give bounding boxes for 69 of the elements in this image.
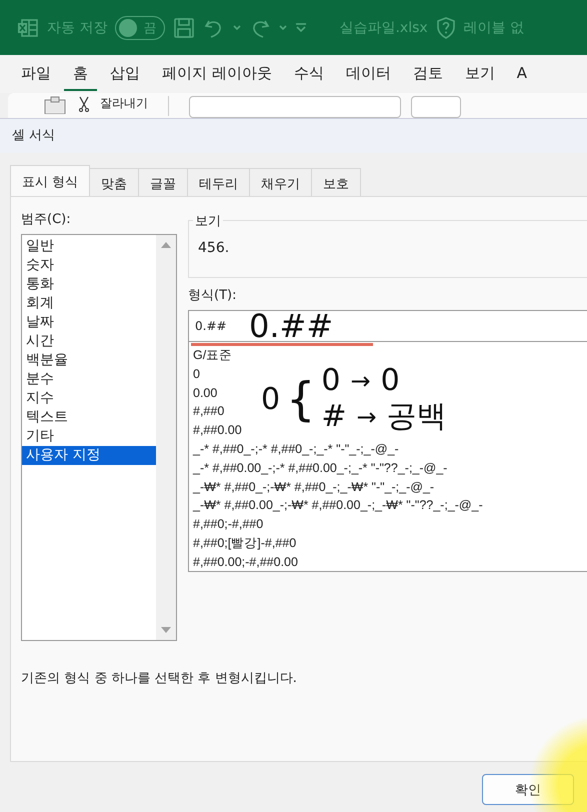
category-item[interactable]: 회계 — [22, 294, 156, 313]
caret-icon[interactable] — [233, 24, 242, 30]
format-item[interactable]: 0 — [193, 364, 200, 384]
preview-label: 보기 — [193, 212, 223, 230]
dialog-title: 셀 서식 — [0, 119, 587, 153]
category-item[interactable]: 텍스트 — [22, 408, 156, 427]
format-item[interactable]: #,##0;-#,##0 — [193, 515, 264, 534]
shield-question-icon[interactable] — [436, 16, 456, 38]
annotation-text: 0.## — [249, 311, 334, 341]
caret-icon[interactable] — [279, 24, 288, 30]
category-item[interactable]: 시간 — [22, 332, 156, 351]
annotation-text: 0 — [261, 382, 280, 416]
category-item[interactable]: 일반 — [22, 237, 156, 256]
ribbon-tab[interactable]: 보기 — [456, 58, 504, 90]
category-item[interactable]: 통화 — [22, 275, 156, 294]
ribbon-tab[interactable]: 검토 — [404, 58, 452, 90]
category-label: 범주(C): — [21, 211, 72, 228]
ribbon-tab[interactable]: 삽입 — [101, 58, 149, 90]
format-item[interactable]: _-₩* #,##0.00_-;-₩* #,##0.00_-;_-₩* "-"??_-;_-@_- — [193, 496, 483, 516]
brace-mark: { — [286, 371, 316, 428]
format-item[interactable]: #,##0 — [193, 402, 224, 422]
format-list[interactable] — [188, 342, 587, 572]
sensitivity-label: 레이블 없 — [464, 18, 524, 36]
category-item[interactable]: 사용자 지정 — [22, 446, 156, 465]
format-item[interactable]: _-* #,##0_-;-* #,##0_-;_-* "-"_-;_-@_- — [193, 440, 399, 459]
category-item[interactable]: 숫자 — [22, 256, 156, 275]
ribbon-tab[interactable]: 데이터 — [336, 58, 400, 90]
ribbon-tab[interactable]: 페이지 레이아웃 — [153, 58, 281, 90]
format-item[interactable]: #,##0.00;-#,##0.00 — [193, 552, 298, 572]
customize-toolbar-icon[interactable] — [295, 22, 308, 32]
ribbon-tab[interactable]: 홈 — [64, 58, 97, 90]
ribbon-tab[interactable]: A — [508, 58, 536, 90]
arrow-mark: → — [350, 366, 371, 397]
ribbon-tab[interactable]: 수식 — [284, 58, 333, 90]
arrow-mark: → — [356, 402, 377, 433]
cut-button[interactable]: 잘라내기 — [100, 96, 148, 110]
annotation-text: 0 — [380, 363, 400, 399]
autosave-label: 자동 저장 — [47, 18, 108, 36]
font-name-field[interactable] — [189, 96, 401, 118]
save-icon[interactable] — [173, 16, 196, 38]
category-list[interactable]: 일반 숫자 통화 회계 날짜 시간 백분율 분수 지수 텍스트 기타 사용자 지정 — [21, 234, 177, 641]
category-item[interactable]: 기타 — [22, 427, 156, 446]
format-item[interactable]: 0.00 — [193, 384, 218, 402]
format-item[interactable]: _-* #,##0.00_-;-* #,##0.00_-;_-* "-"??_-;_-@_- — [193, 458, 448, 478]
scroll-up-icon[interactable] — [161, 241, 171, 248]
scroll-down-icon[interactable] — [161, 627, 171, 634]
scissors-icon[interactable] — [78, 96, 90, 112]
font-size-field[interactable] — [411, 96, 461, 118]
scrollbar[interactable] — [156, 235, 176, 640]
annotation-text: 공백 — [386, 399, 447, 435]
category-item[interactable]: 분수 — [22, 370, 156, 389]
spreadsheet-icon[interactable] — [17, 16, 39, 38]
dialog-tab[interactable]: 표시 형식 — [10, 165, 90, 196]
annotation-text: # — [321, 399, 347, 435]
format-item[interactable]: _-₩* #,##0_-;-₩* #,##0_-;_-₩* "-"_-;_-@_- — [193, 478, 434, 496]
ok-button[interactable]: 확인 — [482, 774, 574, 805]
format-label: 형식(T): — [188, 287, 238, 304]
annotation-text: 0 — [321, 363, 340, 399]
file-name: 실습파일.xlsx — [339, 18, 428, 36]
format-item[interactable]: G/표준 — [193, 346, 232, 365]
category-item[interactable]: 날짜 — [22, 313, 156, 332]
dialog-tab[interactable]: 보호 — [311, 168, 362, 196]
format-item[interactable]: #,##0;[빨강]-#,##0 — [193, 534, 296, 553]
description-text: 기존의 형식 중 하나를 선택한 후 변형시킵니다. — [21, 670, 298, 687]
category-item[interactable]: 백분율 — [22, 351, 156, 370]
format-item[interactable]: #,##0.00 — [193, 421, 242, 440]
category-item[interactable]: 지수 — [22, 389, 156, 408]
ribbon-tab[interactable]: 파일 — [12, 58, 60, 90]
clipboard-icon[interactable] — [42, 96, 68, 114]
